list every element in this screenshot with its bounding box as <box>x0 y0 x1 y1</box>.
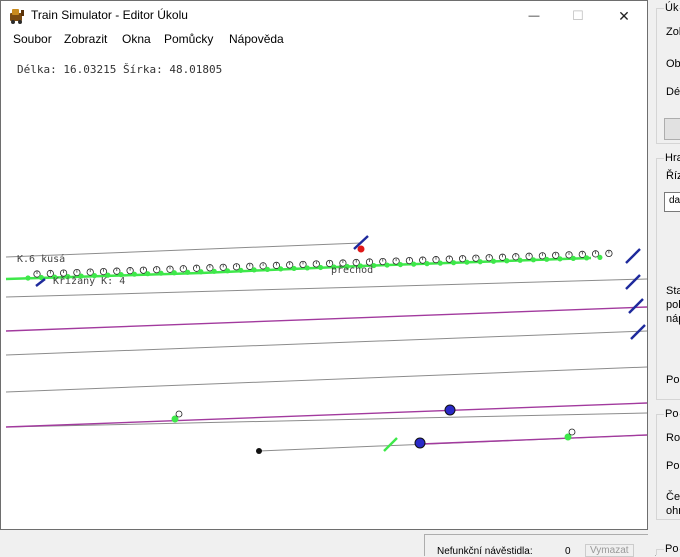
signal-marker[interactable] <box>625 274 641 290</box>
label-ohr: ohr <box>666 505 680 517</box>
green-node[interactable] <box>238 267 244 273</box>
track-line[interactable] <box>5 330 647 356</box>
track-line[interactable] <box>5 366 647 393</box>
close-button[interactable]: ✕ <box>601 1 647 31</box>
main-window: Train Simulator - Editor Úkolu — ☐ ✕ Sou… <box>0 0 648 530</box>
label-riz: Říz <box>666 170 680 182</box>
station-circle[interactable] <box>414 437 426 449</box>
label-nap: náp <box>666 313 680 325</box>
green-node[interactable] <box>384 262 390 268</box>
signal-marker[interactable] <box>625 248 641 264</box>
green-node[interactable] <box>158 270 164 276</box>
green-node[interactable] <box>464 259 470 265</box>
label-krizany: Křižany K: 4 <box>53 275 125 287</box>
status-value: 0 <box>565 546 571 557</box>
menu-napoveda[interactable]: Nápověda <box>229 32 284 46</box>
station-circle[interactable] <box>444 404 456 416</box>
status-label: Nefunkční návěstidla: <box>437 546 533 557</box>
green-node[interactable] <box>424 261 430 267</box>
green-node[interactable] <box>291 265 297 272</box>
green-node[interactable] <box>517 257 523 263</box>
hra-list[interactable] <box>664 212 680 280</box>
label-prechod: přechod <box>331 264 373 276</box>
status-panel: Nefunkční návěstidla: 0 Vymazat <box>424 534 656 557</box>
menu-okna[interactable]: Okna <box>122 32 151 46</box>
menu-pomucky[interactable]: Pomůcky <box>164 32 213 46</box>
hra-field-value: da <box>669 195 680 206</box>
green-node[interactable] <box>490 258 497 264</box>
title-bar[interactable]: Train Simulator - Editor Úkolu — ☐ ✕ <box>1 1 647 31</box>
green-node[interactable] <box>597 254 603 261</box>
clear-button[interactable]: Vymazat <box>585 544 634 557</box>
green-node[interactable] <box>411 261 417 267</box>
clock-icon <box>568 428 576 436</box>
green-node[interactable] <box>278 266 284 272</box>
menu-bar: Soubor Zobrazit Okna Pomůcky Nápověda <box>1 31 647 49</box>
green-node[interactable] <box>224 268 231 274</box>
hra-field[interactable]: da <box>664 192 680 212</box>
menu-zobrazit[interactable]: Zobrazit <box>64 32 107 46</box>
green-node[interactable] <box>251 267 257 273</box>
green-node[interactable] <box>171 270 177 276</box>
red-signal-dot[interactable] <box>357 245 365 253</box>
green-node[interactable] <box>584 255 590 261</box>
green-node[interactable] <box>397 261 403 268</box>
window-title: Train Simulator - Editor Úkolu <box>31 8 188 22</box>
route-lines <box>5 306 647 445</box>
label-kusa: K.6 kusá <box>17 253 65 265</box>
clock-icon <box>175 410 183 418</box>
green-node[interactable] <box>437 260 443 266</box>
green-node[interactable] <box>211 268 217 274</box>
label-roc: Roc <box>666 432 680 444</box>
signal-marker[interactable] <box>628 298 644 314</box>
green-node[interactable] <box>570 255 576 261</box>
group-ukol-button[interactable] <box>664 118 680 140</box>
app-icon <box>10 9 24 24</box>
track-map[interactable]: K.6 kusá Křižany K: 4 přechod <box>1 49 647 529</box>
map-canvas[interactable]: Délka: 16.03215 Šírka: 48.01805 K.6 kusá… <box>1 49 647 529</box>
green-node[interactable] <box>185 269 191 275</box>
green-node[interactable] <box>557 256 563 262</box>
menu-soubor[interactable]: Soubor <box>13 32 52 46</box>
green-node[interactable] <box>264 266 270 272</box>
label-del: Dél <box>666 86 680 98</box>
right-side-panel: Úk Zol Ob Dél Hra Říz da Sta pol náp Po … <box>648 0 680 555</box>
green-signal-marker[interactable] <box>383 437 398 452</box>
green-node[interactable] <box>131 271 137 277</box>
label-cet: Čet <box>666 491 680 503</box>
minimize-icon: — <box>528 10 540 22</box>
signal-marker[interactable] <box>35 278 46 287</box>
clock-icon <box>605 249 613 258</box>
green-node[interactable] <box>544 256 550 262</box>
green-node[interactable] <box>25 275 31 281</box>
green-node[interactable] <box>318 264 324 271</box>
group-po-bottom-legend: Po <box>664 543 680 555</box>
maximize-icon: ☐ <box>572 8 584 23</box>
label-pol: pol <box>666 299 680 311</box>
track-end-dot[interactable] <box>256 448 262 454</box>
green-node[interactable] <box>504 258 510 264</box>
close-icon: ✕ <box>618 7 630 24</box>
green-node[interactable] <box>198 269 204 275</box>
group-po-legend: Po <box>664 408 680 420</box>
green-node[interactable] <box>530 257 537 263</box>
green-node[interactable] <box>477 259 483 265</box>
group-ukol-legend: Úk <box>664 2 680 14</box>
minimize-button[interactable]: — <box>511 1 557 31</box>
green-node[interactable] <box>451 260 457 266</box>
label-ob: Ob <box>666 58 680 70</box>
label-po: Po <box>666 374 680 386</box>
route-line[interactable] <box>5 306 647 332</box>
label-zol: Zol <box>666 26 680 38</box>
green-node[interactable] <box>145 271 151 277</box>
maximize-button[interactable]: ☐ <box>555 1 601 31</box>
label-po2: Po <box>666 460 680 472</box>
route-line[interactable] <box>420 434 647 445</box>
group-hra-legend: Hra <box>664 152 680 164</box>
green-node[interactable] <box>304 265 310 271</box>
label-sta: Sta <box>666 285 680 297</box>
